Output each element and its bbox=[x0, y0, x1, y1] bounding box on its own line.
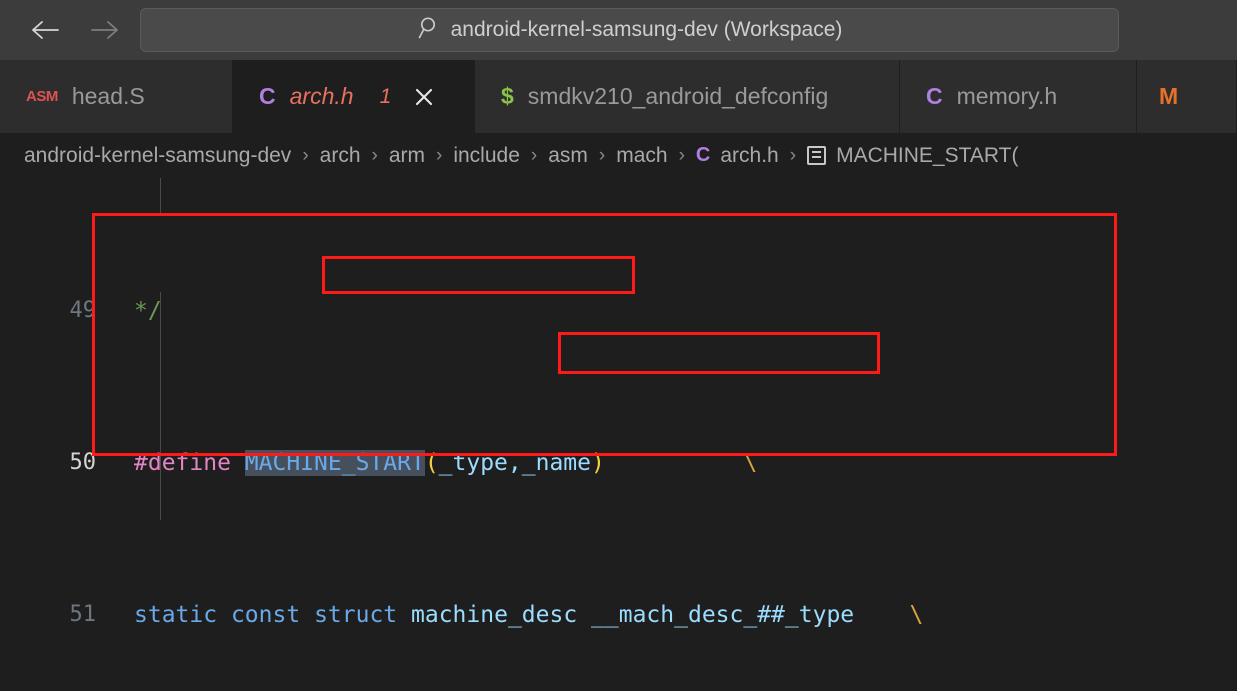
token-machine-start: MACHINE_START bbox=[244, 450, 425, 476]
breadcrumb-item-asm[interactable]: asm bbox=[548, 144, 588, 168]
code-editor[interactable]: 49 */ 50 #define MACHINE_START(_type,_na… bbox=[0, 178, 1237, 691]
breadcrumb-separator: › bbox=[371, 144, 378, 166]
editor-tab-bar: ASM head.S C arch.h 1 $ smdkv210_android… bbox=[0, 60, 1237, 133]
breadcrumb-separator: › bbox=[436, 144, 443, 166]
code-line[interactable]: 50 #define MACHINE_START(_type,_name) \ bbox=[0, 444, 1237, 482]
tab-label: arch.h bbox=[289, 83, 354, 109]
breadcrumb-separator: › bbox=[789, 144, 797, 166]
token-line-continuation: \ bbox=[909, 602, 924, 628]
tab-arch-h[interactable]: C arch.h 1 bbox=[233, 60, 475, 133]
breadcrumb-label: arch.h bbox=[720, 143, 779, 167]
code-line[interactable]: 49 */ bbox=[0, 292, 1237, 330]
tab-markdown-partial[interactable]: M bbox=[1137, 60, 1237, 133]
breadcrumb-label: arm bbox=[388, 143, 425, 167]
tab-head-s[interactable]: ASM head.S bbox=[0, 60, 233, 133]
code-line-text: static const struct machine_desc __mach_… bbox=[128, 596, 1237, 634]
c-file-icon: C bbox=[259, 83, 276, 109]
close-icon[interactable] bbox=[411, 84, 437, 110]
breadcrumb: android-kernel-samsung-dev › arch › arm … bbox=[0, 133, 1237, 178]
breadcrumb-item-mach[interactable]: mach bbox=[616, 144, 667, 168]
breadcrumb-item-include[interactable]: include bbox=[453, 144, 520, 168]
breadcrumb-label: mach bbox=[616, 143, 668, 167]
breadcrumb-item-file[interactable]: C arch.h bbox=[696, 144, 779, 168]
tab-dirty-badge: 1 bbox=[379, 84, 392, 108]
breadcrumb-separator: › bbox=[598, 144, 606, 166]
token-const: const bbox=[230, 602, 301, 628]
line-number: 50 bbox=[69, 450, 97, 475]
code-lines: 49 */ 50 #define MACHINE_START(_type,_na… bbox=[0, 178, 1237, 691]
breadcrumb-label: arch bbox=[319, 143, 361, 167]
line-number: 49 bbox=[69, 298, 97, 323]
token-machine-desc: machine_desc bbox=[411, 602, 578, 628]
token-macro-params: _type,_name bbox=[438, 450, 591, 476]
breadcrumb-item-arm[interactable]: arm bbox=[389, 144, 425, 168]
c-file-icon: C bbox=[926, 83, 943, 109]
quick-input-search-box[interactable]: android-kernel-samsung-dev (Workspace) bbox=[140, 8, 1119, 52]
workspace-title: android-kernel-samsung-dev (Workspace) bbox=[450, 18, 843, 41]
breadcrumb-label: MACHINE_START( bbox=[836, 143, 1019, 167]
asm-file-icon: ASM bbox=[26, 88, 58, 105]
breadcrumb-item-root[interactable]: android-kernel-samsung-dev bbox=[24, 144, 291, 168]
markdown-file-icon: M bbox=[1159, 83, 1179, 109]
forward-arrow-icon[interactable] bbox=[88, 13, 122, 47]
tab-smdkv210-android-defconfig[interactable]: $ smdkv210_android_defconfig bbox=[475, 60, 900, 133]
token-comment: */ bbox=[134, 298, 162, 324]
breadcrumb-item-arch[interactable]: arch bbox=[320, 144, 361, 168]
shell-file-icon: $ bbox=[501, 83, 514, 109]
breadcrumb-label: include bbox=[453, 143, 520, 167]
token-define: #define bbox=[134, 450, 231, 476]
token-paren-open: ( bbox=[424, 450, 439, 476]
c-file-icon: C bbox=[695, 144, 711, 166]
tab-label: head.S bbox=[71, 83, 145, 109]
breadcrumb-separator: › bbox=[302, 144, 309, 166]
breadcrumb-item-symbol[interactable]: MACHINE_START( bbox=[807, 143, 1019, 168]
token-mach-desc-symbol: __mach_desc_##_type bbox=[591, 602, 855, 628]
breadcrumb-separator: › bbox=[678, 144, 685, 166]
tab-label: memory.h bbox=[956, 83, 1058, 109]
token-paren-close: ) bbox=[591, 450, 605, 476]
code-line[interactable]: 51 static const struct machine_desc __ma… bbox=[0, 596, 1237, 634]
token-line-continuation: \ bbox=[743, 450, 758, 476]
token-struct: struct bbox=[314, 602, 398, 628]
navigation-arrows bbox=[28, 13, 122, 47]
token-static: static bbox=[134, 602, 218, 628]
code-line-text: */ bbox=[128, 292, 1237, 330]
code-line-text: #define MACHINE_START(_type,_name) \ bbox=[128, 444, 1237, 482]
breadcrumb-label: asm bbox=[548, 143, 588, 167]
back-arrow-icon[interactable] bbox=[28, 13, 62, 47]
symbol-snippet-icon bbox=[807, 146, 827, 165]
line-number: 51 bbox=[69, 602, 97, 627]
tab-memory-h[interactable]: C memory.h bbox=[900, 60, 1137, 133]
search-icon bbox=[417, 16, 439, 45]
title-bar: android-kernel-samsung-dev (Workspace) bbox=[0, 0, 1237, 60]
tab-label: smdkv210_android_defconfig bbox=[527, 83, 829, 109]
breadcrumb-separator: › bbox=[530, 144, 538, 166]
breadcrumb-label: android-kernel-samsung-dev bbox=[24, 143, 292, 167]
